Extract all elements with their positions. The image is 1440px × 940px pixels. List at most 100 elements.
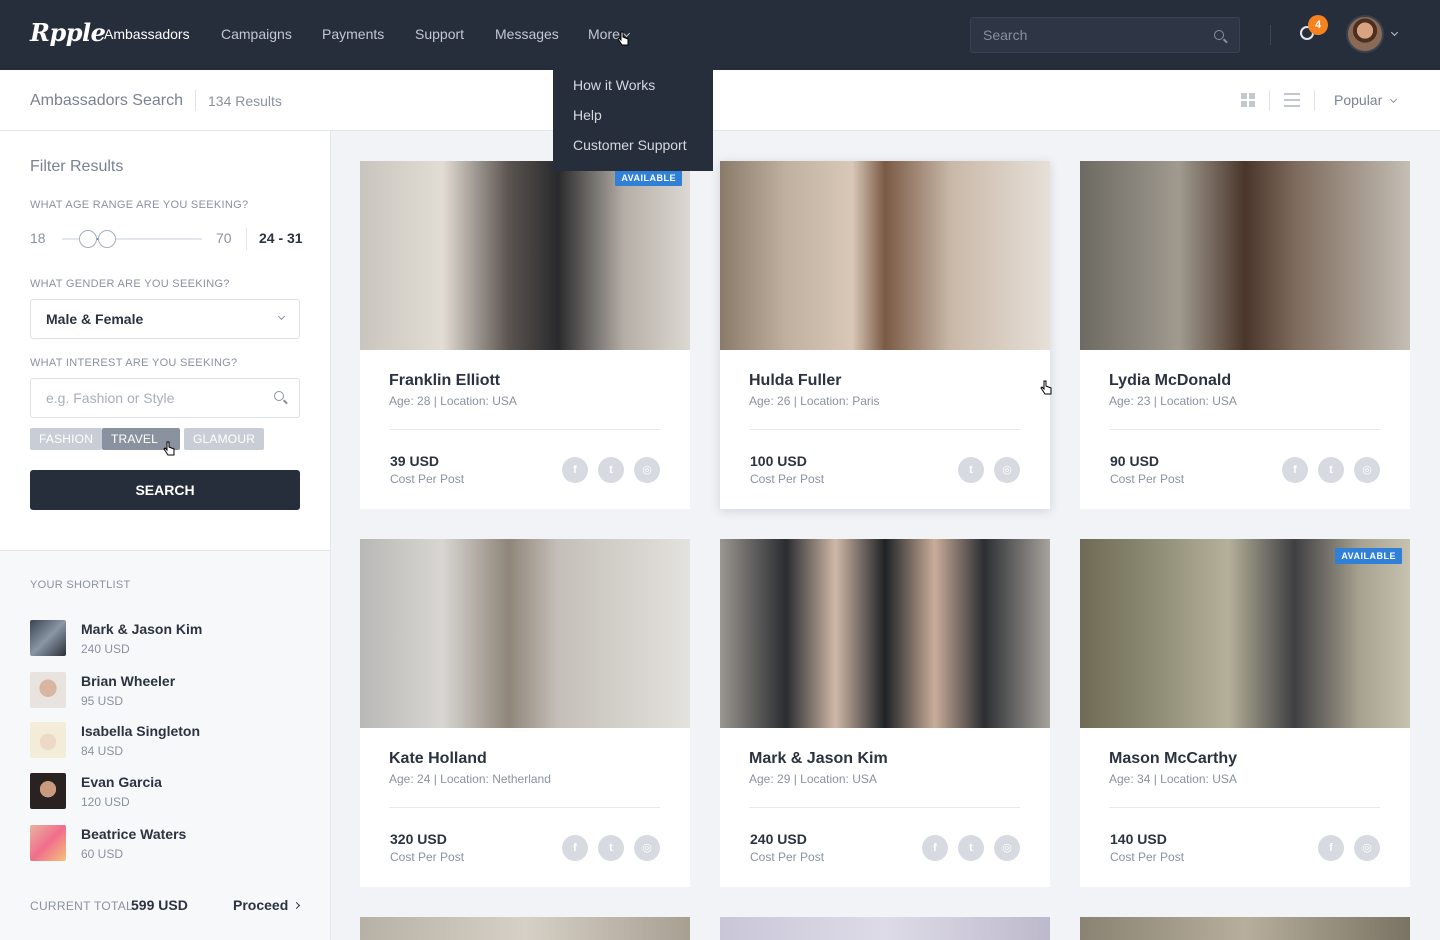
list-view-icon[interactable] <box>1284 93 1300 107</box>
twitter-icon[interactable]: t <box>958 835 984 861</box>
ambassador-photo <box>720 161 1050 350</box>
ambassador-name: Franklin Elliott <box>389 372 501 389</box>
chevron-right-icon[interactable] <box>292 901 301 910</box>
price-caption: Cost Per Post <box>1110 850 1185 864</box>
menu-item-customer-support[interactable]: Customer Support <box>553 135 713 165</box>
facebook-icon[interactable]: f <box>922 835 948 861</box>
nav-divider <box>1270 25 1271 45</box>
nav-search[interactable] <box>970 17 1240 53</box>
logo[interactable]: Rpple <box>30 18 106 47</box>
ambassador-card[interactable]: Hulda Fuller Age: 26 | Location: Paris 1… <box>720 161 1050 509</box>
nav-messages[interactable]: Messages <box>495 26 559 42</box>
ambassador-card[interactable]: Lydia McDonald Age: 23 | Location: USA 9… <box>1080 161 1410 509</box>
ambassador-card[interactable]: Mark & Jason Kim Age: 29 | Location: USA… <box>720 539 1050 887</box>
shortlist-name: Beatrice Waters <box>81 826 187 842</box>
tag-fashion[interactable]: FASHION <box>30 428 103 450</box>
tag-glamour[interactable]: GLAMOUR <box>184 428 265 450</box>
interest-field[interactable] <box>30 378 300 418</box>
search-icon[interactable] <box>1214 30 1224 40</box>
ambassador-name: Kate Holland <box>389 750 487 767</box>
twitter-icon[interactable]: t <box>1318 457 1344 483</box>
more-dropdown: How it Works Help Customer Support <box>553 58 713 171</box>
facebook-icon[interactable]: f <box>1318 835 1344 861</box>
twitter-icon[interactable]: t <box>958 457 984 483</box>
interest-label: WHAT INTEREST ARE YOU SEEKING? <box>30 357 238 369</box>
price-caption: Cost Per Post <box>750 850 825 864</box>
avatar[interactable] <box>1346 15 1384 53</box>
divider <box>749 807 1020 808</box>
instagram-icon[interactable]: ◎ <box>994 835 1020 861</box>
interest-input[interactable] <box>31 379 261 417</box>
sort-dropdown[interactable]: Popular <box>1334 92 1382 108</box>
instagram-icon[interactable]: ◎ <box>1354 457 1380 483</box>
chevron-down-icon[interactable] <box>1390 28 1399 37</box>
search-button[interactable]: SEARCH <box>30 470 300 510</box>
ambassador-price: 320 USD <box>390 831 447 847</box>
status-badge: AVAILABLE <box>1335 548 1402 564</box>
age-selected: 24 - 31 <box>259 230 303 246</box>
ambassador-photo <box>360 161 690 350</box>
age-slider-max-handle[interactable] <box>98 230 116 248</box>
ambassador-photo <box>360 539 690 728</box>
divider <box>246 228 247 250</box>
ambassador-price: 240 USD <box>750 831 807 847</box>
search-input[interactable] <box>971 18 1201 52</box>
facebook-icon[interactable]: f <box>562 457 588 483</box>
facebook-icon[interactable]: f <box>562 835 588 861</box>
notification-count: 4 <box>1308 15 1328 35</box>
instagram-icon[interactable]: ◎ <box>634 457 660 483</box>
nav-support[interactable]: Support <box>415 26 464 42</box>
status-badge: AVAILABLE <box>615 170 682 186</box>
divider <box>389 429 660 430</box>
instagram-icon[interactable]: ◎ <box>994 457 1020 483</box>
age-max: 70 <box>216 230 232 246</box>
ambassador-card[interactable]: Kate Holland Age: 24 | Location: Netherl… <box>360 539 690 887</box>
results-count: 134 Results <box>208 93 282 109</box>
avatar <box>30 773 66 809</box>
total-label: CURRENT TOTAL: <box>30 899 137 913</box>
total-value: 599 USD <box>131 897 188 913</box>
nav-campaigns[interactable]: Campaigns <box>221 26 292 42</box>
twitter-icon[interactable]: t <box>598 835 624 861</box>
age-slider-min-handle[interactable] <box>79 230 98 248</box>
chevron-down-icon <box>277 312 286 321</box>
instagram-icon[interactable]: ◎ <box>1354 835 1380 861</box>
ambassador-name: Lydia McDonald <box>1109 372 1232 389</box>
menu-item-help[interactable]: Help <box>553 105 713 135</box>
twitter-icon[interactable]: t <box>598 457 624 483</box>
grid-view-icon[interactable] <box>1241 93 1255 107</box>
shortlist-price: 240 USD <box>81 642 130 656</box>
shortlist-price: 120 USD <box>81 795 130 809</box>
chevron-down-icon[interactable] <box>1389 95 1398 104</box>
age-label: WHAT AGE RANGE ARE YOU SEEKING? <box>30 199 249 211</box>
nav-more-label: More <box>588 26 620 42</box>
ambassador-card[interactable]: AVAILABLE Franklin Elliott Age: 28 | Loc… <box>360 161 690 509</box>
shortlist-title: YOUR SHORTLIST <box>30 579 131 591</box>
shortlist-item[interactable]: Beatrice Waters 60 USD <box>30 825 310 865</box>
ambassador-name: Hulda Fuller <box>749 372 842 389</box>
shortlist-item[interactable]: Evan Garcia 120 USD <box>30 773 310 813</box>
divider <box>749 429 1020 430</box>
search-icon[interactable] <box>274 391 284 401</box>
ambassador-photo <box>1080 161 1410 350</box>
shortlist-name: Isabella Singleton <box>81 723 201 739</box>
instagram-icon[interactable]: ◎ <box>634 835 660 861</box>
facebook-icon[interactable]: f <box>1282 457 1308 483</box>
proceed-button[interactable]: Proceed <box>233 897 288 913</box>
ambassador-name: Mark & Jason Kim <box>749 750 888 767</box>
ambassador-card[interactable]: AVAILABLE Mason McCarthy Age: 34 | Locat… <box>1080 539 1410 887</box>
shortlist-price: 95 USD <box>81 694 124 708</box>
ambassador-meta: Age: 23 | Location: USA <box>1109 394 1237 408</box>
shortlist-item[interactable]: Brian Wheeler 95 USD <box>30 672 310 712</box>
avatar <box>30 722 66 758</box>
ambassador-name: Mason McCarthy <box>1109 750 1238 767</box>
shortlist-item[interactable]: Mark & Jason Kim 240 USD <box>30 620 310 660</box>
ambassador-meta: Age: 29 | Location: USA <box>749 772 877 786</box>
nav-ambassadors[interactable]: Ambassadors <box>104 26 190 42</box>
gender-select[interactable]: Male & Female <box>30 299 300 339</box>
menu-item-how-it-works[interactable]: How it Works <box>553 75 713 105</box>
nav-payments[interactable]: Payments <box>322 26 384 42</box>
shortlist-item[interactable]: Isabella Singleton 84 USD <box>30 722 310 762</box>
cursor-icon <box>1040 380 1052 395</box>
divider <box>1109 807 1380 808</box>
